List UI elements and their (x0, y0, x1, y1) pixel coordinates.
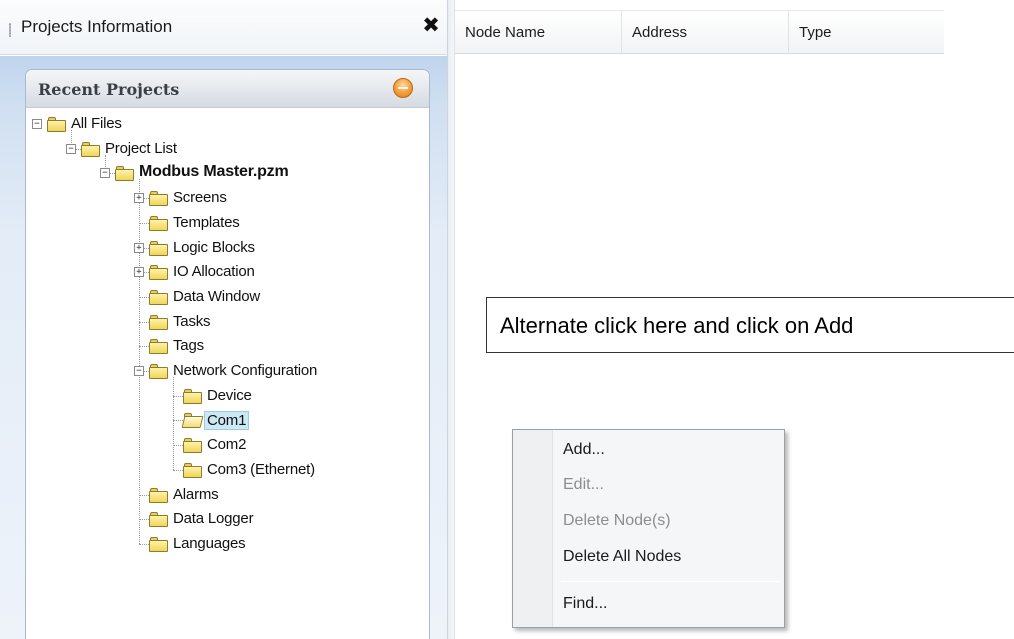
panel-title: Projects Information (21, 17, 173, 36)
panel-body: Recent Projects − All Files − Project List −… (0, 56, 447, 639)
tree-node-label: Project List (105, 139, 177, 157)
folder-icon (149, 215, 168, 231)
folder-icon (149, 536, 168, 552)
projects-information-panel: Projects Information ✖ Recent Projects −… (0, 0, 447, 639)
folder-icon (149, 191, 168, 207)
recent-projects-header: Recent Projects (26, 70, 429, 108)
project-tree: − All Files − Project List − Modbus Master.pz… (26, 108, 429, 639)
tree-node-label: Device (207, 386, 252, 404)
menu-item-edit: Edit... (563, 476, 604, 493)
tree-node-label: All Files (71, 115, 122, 132)
folder-icon (183, 388, 202, 404)
tree-node-network-configuration[interactable]: − Network Configuration (26, 359, 426, 383)
collapse-toggle-icon[interactable]: − (66, 143, 76, 154)
folder-icon (81, 141, 100, 157)
open-folder-icon (181, 413, 204, 429)
tree-node-logic-blocks[interactable]: + Logic Blocks (26, 236, 426, 260)
close-icon[interactable]: ✖ (422, 15, 440, 37)
folder-icon (183, 462, 202, 478)
tree-node-label: Data Logger (173, 510, 254, 528)
folder-icon (149, 364, 168, 379)
collapse-toggle-icon[interactable]: − (100, 168, 110, 179)
expand-toggle-icon[interactable]: + (134, 267, 144, 278)
callout-text: Alternate click here and click on Add (500, 313, 854, 338)
menu-item-add[interactable]: Add... (563, 441, 605, 459)
tree-node-label: Logic Blocks (173, 238, 255, 256)
tree-node-label: Network Configuration (173, 362, 318, 379)
tree-node-label: Com3 (Ethernet) (207, 460, 315, 478)
context-menu: Add... Edit... Delete Node(s) Delete All… (512, 429, 785, 628)
column-header-address[interactable]: Address (622, 11, 789, 54)
expand-toggle-icon[interactable]: + (134, 242, 144, 253)
collapse-toggle-icon[interactable]: − (32, 119, 42, 129)
folder-icon (149, 240, 168, 256)
tree-node-label: Modbus Master.pzm (139, 163, 289, 181)
tree-node-alarms[interactable]: Alarms (26, 483, 426, 507)
tree-node-label: Tags (173, 337, 204, 355)
folder-icon (149, 339, 168, 355)
expand-toggle-icon[interactable]: + (134, 193, 144, 204)
tree-node-project-list[interactable]: − Project List (26, 137, 426, 161)
panel-grip-handle[interactable] (9, 23, 11, 37)
recent-projects-title: Recent Projects (38, 80, 180, 99)
menu-separator (561, 581, 780, 582)
tree-node-label: Templates (173, 213, 240, 231)
tree-node-templates[interactable]: Templates (26, 211, 426, 235)
tree-node-tasks[interactable]: Tasks (26, 310, 426, 334)
tree-node-label: IO Allocation (173, 263, 255, 281)
tree-node-device[interactable]: Device (26, 384, 426, 408)
folder-icon (149, 265, 168, 281)
instruction-callout: Alternate click here and click on Add (486, 297, 1014, 353)
tree-node-data-window[interactable]: Data Window (26, 285, 426, 309)
tree-node-label: Alarms (173, 485, 219, 503)
tree-node-data-logger[interactable]: Data Logger (26, 507, 426, 531)
tree-node-screens[interactable]: + Screens (26, 186, 426, 210)
tree-node-tags[interactable]: Tags (26, 334, 426, 358)
tree-node-label: Com2 (207, 436, 247, 454)
collapse-circle-icon[interactable] (393, 78, 413, 98)
recent-projects-box: Recent Projects − All Files − Project List −… (25, 69, 430, 639)
tree-node-io-allocation[interactable]: + IO Allocation (26, 260, 426, 284)
panel-splitter[interactable] (447, 0, 455, 639)
folder-icon (149, 289, 168, 305)
folder-icon (183, 438, 202, 454)
tree-node-label: Tasks (173, 312, 211, 330)
collapse-toggle-icon[interactable]: − (134, 366, 144, 376)
node-list-header: Node Name Address Type (455, 10, 944, 54)
tree-node-languages[interactable]: Languages (26, 532, 426, 556)
tree-node-modbus-master-pzm[interactable]: − Modbus Master.pzm (26, 161, 426, 185)
panel-header: Projects Information ✖ (0, 0, 447, 55)
folder-icon (149, 512, 168, 528)
tree-node-label: Languages (173, 534, 246, 552)
folder-icon (149, 314, 168, 330)
folder-icon (47, 117, 66, 132)
column-header-type[interactable]: Type (789, 11, 944, 54)
tree-node-com3-ethernet[interactable]: Com3 (Ethernet) (26, 458, 426, 482)
tree-node-com1[interactable]: Com1 (26, 408, 426, 432)
folder-icon (115, 166, 134, 182)
tree-node-label: Screens (173, 189, 227, 207)
tree-node-com2[interactable]: Com2 (26, 433, 426, 457)
menu-item-delete-nodes: Delete Node(s) (563, 512, 671, 529)
column-header-node-name[interactable]: Node Name (455, 11, 622, 54)
tree-node-label: Com1 (204, 411, 250, 431)
menu-icon-gutter (513, 430, 553, 627)
menu-item-delete-all-nodes[interactable]: Delete All Nodes (563, 548, 681, 566)
tree-node-label: Data Window (173, 287, 261, 305)
menu-item-find[interactable]: Find... (563, 595, 607, 613)
tree-node-all-files[interactable]: − All Files (26, 112, 426, 136)
folder-icon (149, 487, 168, 503)
